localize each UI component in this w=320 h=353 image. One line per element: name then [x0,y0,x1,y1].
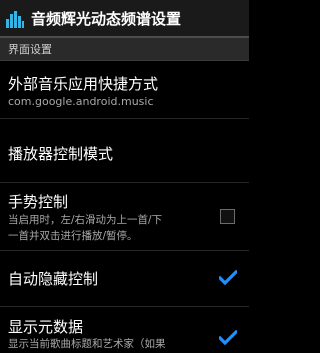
show-metadata-checkbox[interactable] [217,329,239,346]
pref-title: 显示元数据 [8,318,84,336]
pref-summary-line1: 当启用时，左/右滑动为上一首/下 [8,214,163,226]
app-title: 音频辉光动态频谱设置 [31,9,182,28]
gesture-control-checkbox[interactable] [220,209,235,224]
action-bar: 音频辉光动态频谱设置 [0,0,249,38]
pref-player-control-mode[interactable]: 播放器控制模式 [0,119,249,183]
section-header: 界面设置 [0,38,249,61]
pref-external-music-shortcut[interactable]: 外部音乐应用快捷方式 com.google.android.music [0,61,249,119]
equalizer-icon[interactable] [4,7,26,29]
pref-show-metadata[interactable]: 显示元数据 显示当前歌曲标题和艺术家（如果 [0,307,249,353]
auto-hide-checkbox[interactable] [217,269,239,286]
pref-title: 播放器控制模式 [8,145,114,163]
pref-title: 手势控制 [8,193,69,211]
pref-summary: 显示当前歌曲标题和艺术家（如果 [8,338,166,350]
section-header-label: 界面设置 [8,43,52,56]
pref-summary: com.google.android.music [8,95,154,108]
pref-summary-line2: 一首并双击进行播放/暂停。 [8,230,138,242]
checkmark-icon [217,269,239,286]
pref-gesture-control[interactable]: 手势控制 当启用时，左/右滑动为上一首/下 一首并双击进行播放/暂停。 [0,183,249,251]
checkmark-icon [217,329,239,346]
pref-title: 自动隐藏控制 [8,270,99,288]
pref-auto-hide-controls[interactable]: 自动隐藏控制 [0,251,249,307]
pref-title: 外部音乐应用快捷方式 [8,75,159,93]
